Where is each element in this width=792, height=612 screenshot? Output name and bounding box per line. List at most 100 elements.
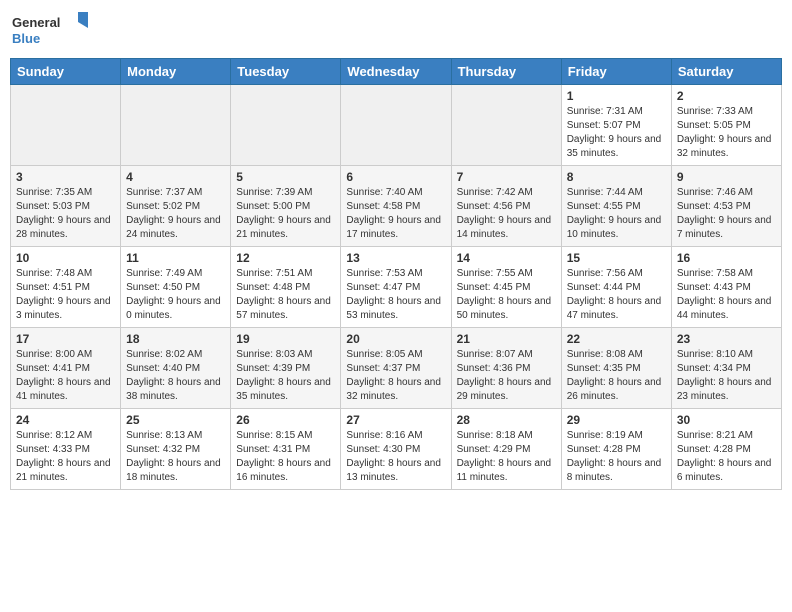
day-info: Sunrise: 8:13 AM Sunset: 4:32 PM Dayligh… bbox=[126, 429, 225, 485]
calendar-cell bbox=[11, 85, 121, 166]
calendar-cell: 1 Sunrise: 7:31 AM Sunset: 5:07 PM Daylig… bbox=[561, 85, 671, 166]
day-info: Sunrise: 8:08 AM Sunset: 4:35 PM Dayligh… bbox=[567, 348, 666, 404]
day-number: 23 bbox=[677, 332, 776, 346]
logo: General Blue bbox=[10, 10, 90, 50]
day-number: 19 bbox=[236, 332, 335, 346]
calendar-cell: 22Sunrise: 8:08 AM Sunset: 4:35 PM Dayli… bbox=[561, 328, 671, 409]
calendar-cell: 4 Sunrise: 7:37 AM Sunset: 5:02 PM Daylig… bbox=[121, 166, 231, 247]
svg-text:General: General bbox=[12, 15, 60, 30]
day-info: Sunrise: 7:39 AM Sunset: 5:00 PM Dayligh… bbox=[236, 186, 335, 242]
day-number: 14 bbox=[457, 251, 556, 265]
day-info: Sunrise: 7:37 AM Sunset: 5:02 PM Dayligh… bbox=[126, 186, 225, 242]
day-info: Sunrise: 8:00 AM Sunset: 4:41 PM Dayligh… bbox=[16, 348, 115, 404]
calendar-cell: 8 Sunrise: 7:44 AM Sunset: 4:55 PM Daylig… bbox=[561, 166, 671, 247]
day-number: 18 bbox=[126, 332, 225, 346]
header-monday: Monday bbox=[121, 59, 231, 85]
week-row-2: 3 Sunrise: 7:35 AM Sunset: 5:03 PM Daylig… bbox=[11, 166, 782, 247]
calendar-cell bbox=[231, 85, 341, 166]
day-number: 4 bbox=[126, 170, 225, 184]
calendar-cell: 29 Sunrise: 8:19 AM Sunset: 4:28 PM Dayli… bbox=[561, 409, 671, 490]
day-info: Sunrise: 8:18 AM Sunset: 4:29 PM Dayligh… bbox=[457, 429, 556, 485]
day-info: Sunrise: 7:35 AM Sunset: 5:03 PM Dayligh… bbox=[16, 186, 115, 242]
calendar-cell: 21Sunrise: 8:07 AM Sunset: 4:36 PM Dayli… bbox=[451, 328, 561, 409]
day-number: 7 bbox=[457, 170, 556, 184]
header-sunday: Sunday bbox=[11, 59, 121, 85]
calendar-cell: 19Sunrise: 8:03 AM Sunset: 4:39 PM Dayli… bbox=[231, 328, 341, 409]
calendar-cell: 26 Sunrise: 8:15 AM Sunset: 4:31 PM Dayli… bbox=[231, 409, 341, 490]
week-row-3: 10Sunrise: 7:48 AM Sunset: 4:51 PM Dayli… bbox=[11, 247, 782, 328]
day-number: 5 bbox=[236, 170, 335, 184]
day-number: 3 bbox=[16, 170, 115, 184]
header: General Blue bbox=[10, 10, 782, 50]
day-info: Sunrise: 8:21 AM Sunset: 4:28 PM Dayligh… bbox=[677, 429, 776, 485]
calendar-cell: 6Sunrise: 7:40 AM Sunset: 4:58 PM Daylig… bbox=[341, 166, 451, 247]
header-thursday: Thursday bbox=[451, 59, 561, 85]
day-number: 8 bbox=[567, 170, 666, 184]
calendar-cell: 3 Sunrise: 7:35 AM Sunset: 5:03 PM Daylig… bbox=[11, 166, 121, 247]
calendar-cell: 12 Sunrise: 7:51 AM Sunset: 4:48 PM Dayli… bbox=[231, 247, 341, 328]
calendar-cell: 23 Sunrise: 8:10 AM Sunset: 4:34 PM Dayli… bbox=[671, 328, 781, 409]
day-number: 27 bbox=[346, 413, 445, 427]
day-info: Sunrise: 7:46 AM Sunset: 4:53 PM Dayligh… bbox=[677, 186, 776, 242]
day-number: 24 bbox=[16, 413, 115, 427]
day-info: Sunrise: 8:05 AM Sunset: 4:37 PM Dayligh… bbox=[346, 348, 445, 404]
calendar-cell: 20 Sunrise: 8:05 AM Sunset: 4:37 PM Dayli… bbox=[341, 328, 451, 409]
calendar-cell: 10Sunrise: 7:48 AM Sunset: 4:51 PM Dayli… bbox=[11, 247, 121, 328]
day-info: Sunrise: 7:58 AM Sunset: 4:43 PM Dayligh… bbox=[677, 267, 776, 323]
day-info: Sunrise: 8:15 AM Sunset: 4:31 PM Dayligh… bbox=[236, 429, 335, 485]
day-info: Sunrise: 8:16 AM Sunset: 4:30 PM Dayligh… bbox=[346, 429, 445, 485]
day-info: Sunrise: 7:33 AM Sunset: 5:05 PM Dayligh… bbox=[677, 105, 776, 161]
calendar-cell: 7 Sunrise: 7:42 AM Sunset: 4:56 PM Daylig… bbox=[451, 166, 561, 247]
day-number: 6 bbox=[346, 170, 445, 184]
day-info: Sunrise: 7:42 AM Sunset: 4:56 PM Dayligh… bbox=[457, 186, 556, 242]
day-info: Sunrise: 7:51 AM Sunset: 4:48 PM Dayligh… bbox=[236, 267, 335, 323]
day-number: 1 bbox=[567, 89, 666, 103]
day-info: Sunrise: 7:55 AM Sunset: 4:45 PM Dayligh… bbox=[457, 267, 556, 323]
week-row-4: 17Sunrise: 8:00 AM Sunset: 4:41 PM Dayli… bbox=[11, 328, 782, 409]
calendar-cell: 13Sunrise: 7:53 AM Sunset: 4:47 PM Dayli… bbox=[341, 247, 451, 328]
calendar-cell: 9Sunrise: 7:46 AM Sunset: 4:53 PM Daylig… bbox=[671, 166, 781, 247]
calendar-cell: 14 Sunrise: 7:55 AM Sunset: 4:45 PM Dayli… bbox=[451, 247, 561, 328]
calendar-cell: 15Sunrise: 7:56 AM Sunset: 4:44 PM Dayli… bbox=[561, 247, 671, 328]
calendar-cell: 30 Sunrise: 8:21 AM Sunset: 4:28 PM Dayli… bbox=[671, 409, 781, 490]
day-number: 29 bbox=[567, 413, 666, 427]
svg-text:Blue: Blue bbox=[12, 31, 40, 46]
day-number: 12 bbox=[236, 251, 335, 265]
calendar-cell: 17Sunrise: 8:00 AM Sunset: 4:41 PM Dayli… bbox=[11, 328, 121, 409]
day-info: Sunrise: 7:31 AM Sunset: 5:07 PM Dayligh… bbox=[567, 105, 666, 161]
calendar-cell: 16 Sunrise: 7:58 AM Sunset: 4:43 PM Dayli… bbox=[671, 247, 781, 328]
day-number: 16 bbox=[677, 251, 776, 265]
day-number: 2 bbox=[677, 89, 776, 103]
week-row-5: 24Sunrise: 8:12 AM Sunset: 4:33 PM Dayli… bbox=[11, 409, 782, 490]
day-info: Sunrise: 8:02 AM Sunset: 4:40 PM Dayligh… bbox=[126, 348, 225, 404]
calendar-cell: 2 Sunrise: 7:33 AM Sunset: 5:05 PM Daylig… bbox=[671, 85, 781, 166]
calendar-cell: 27 Sunrise: 8:16 AM Sunset: 4:30 PM Dayli… bbox=[341, 409, 451, 490]
day-info: Sunrise: 8:19 AM Sunset: 4:28 PM Dayligh… bbox=[567, 429, 666, 485]
day-number: 13 bbox=[346, 251, 445, 265]
calendar-cell: 11 Sunrise: 7:49 AM Sunset: 4:50 PM Dayli… bbox=[121, 247, 231, 328]
calendar-cell bbox=[341, 85, 451, 166]
day-info: Sunrise: 7:44 AM Sunset: 4:55 PM Dayligh… bbox=[567, 186, 666, 242]
day-number: 20 bbox=[346, 332, 445, 346]
day-number: 11 bbox=[126, 251, 225, 265]
calendar-cell: 28Sunrise: 8:18 AM Sunset: 4:29 PM Dayli… bbox=[451, 409, 561, 490]
header-friday: Friday bbox=[561, 59, 671, 85]
day-number: 30 bbox=[677, 413, 776, 427]
calendar-cell: 18 Sunrise: 8:02 AM Sunset: 4:40 PM Dayli… bbox=[121, 328, 231, 409]
calendar-table: SundayMondayTuesdayWednesdayThursdayFrid… bbox=[10, 58, 782, 490]
day-number: 26 bbox=[236, 413, 335, 427]
calendar-cell: 25 Sunrise: 8:13 AM Sunset: 4:32 PM Dayli… bbox=[121, 409, 231, 490]
calendar-cell bbox=[121, 85, 231, 166]
day-info: Sunrise: 8:10 AM Sunset: 4:34 PM Dayligh… bbox=[677, 348, 776, 404]
calendar-cell: 5 Sunrise: 7:39 AM Sunset: 5:00 PM Daylig… bbox=[231, 166, 341, 247]
header-row: SundayMondayTuesdayWednesdayThursdayFrid… bbox=[11, 59, 782, 85]
day-info: Sunrise: 7:56 AM Sunset: 4:44 PM Dayligh… bbox=[567, 267, 666, 323]
day-number: 21 bbox=[457, 332, 556, 346]
day-number: 25 bbox=[126, 413, 225, 427]
calendar-cell: 24Sunrise: 8:12 AM Sunset: 4:33 PM Dayli… bbox=[11, 409, 121, 490]
day-number: 10 bbox=[16, 251, 115, 265]
logo-svg: General Blue bbox=[10, 10, 90, 50]
day-info: Sunrise: 7:49 AM Sunset: 4:50 PM Dayligh… bbox=[126, 267, 225, 323]
calendar-cell bbox=[451, 85, 561, 166]
week-row-1: 1 Sunrise: 7:31 AM Sunset: 5:07 PM Daylig… bbox=[11, 85, 782, 166]
